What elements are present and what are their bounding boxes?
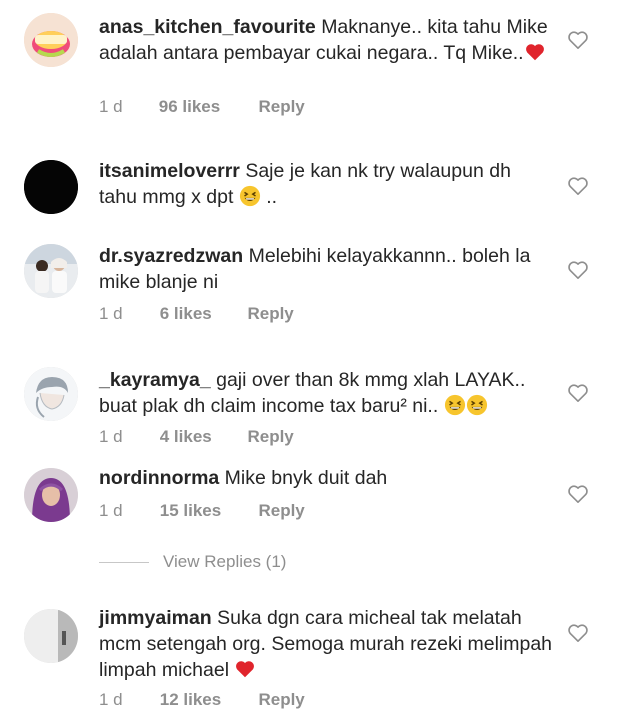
comment-meta: 1 d 12 likes Reply xyxy=(99,690,305,710)
likes-count[interactable]: 15 likes xyxy=(160,501,254,521)
reply-button[interactable]: Reply xyxy=(258,690,304,710)
avatar[interactable] xyxy=(24,13,78,67)
comment-4: _kayramya_ gaji over than 8k mmg xlah LA… xyxy=(0,357,622,457)
heart-outline-icon[interactable] xyxy=(567,383,589,403)
comment-text: _kayramya_ gaji over than 8k mmg xlah LA… xyxy=(99,367,554,419)
grinning-squinting-face-emoji xyxy=(239,185,261,207)
avatar[interactable] xyxy=(24,367,78,421)
likes-count[interactable]: 12 likes xyxy=(160,690,254,710)
reply-button[interactable]: Reply xyxy=(247,427,293,447)
comment-meta: 1 d 15 likes Reply xyxy=(99,501,305,521)
view-replies-label[interactable]: View Replies (1) xyxy=(163,552,286,571)
comment-text: itsanimeloverrr Saje je kan nk try walau… xyxy=(99,158,554,210)
timestamp: 1 d xyxy=(99,427,123,446)
divider-line xyxy=(99,562,149,564)
avatar[interactable] xyxy=(24,609,78,663)
avatar[interactable] xyxy=(24,160,78,214)
timestamp: 1 d xyxy=(99,304,123,323)
username[interactable]: jimmyaiman xyxy=(99,607,212,629)
username[interactable]: itsanimeloverrr xyxy=(99,160,240,182)
comment-1: anas_kitchen_favourite Maknanye.. kita t… xyxy=(0,0,622,130)
comment-body: Mike bnyk duit dah xyxy=(224,467,388,489)
timestamp: 1 d xyxy=(99,97,123,116)
comment-meta: 1 d 96 likes Reply xyxy=(99,97,305,117)
reply-button[interactable]: Reply xyxy=(258,501,304,521)
reply-button[interactable]: Reply xyxy=(258,97,304,117)
heart-outline-icon[interactable] xyxy=(567,623,589,643)
username[interactable]: _kayramya_ xyxy=(99,369,211,391)
comment-meta: 1 d 4 likes Reply xyxy=(99,427,294,447)
comment-6: jimmyaiman Suka dgn cara micheal tak mel… xyxy=(0,596,622,716)
username[interactable]: dr.syazredzwan xyxy=(99,245,243,267)
username[interactable]: anas_kitchen_favourite xyxy=(99,16,316,38)
comment-text: nordinnorma Mike bnyk duit dah xyxy=(99,465,554,491)
red-heart-emoji xyxy=(234,658,256,680)
reply-button[interactable]: Reply xyxy=(247,304,293,324)
comment-5: nordinnorma Mike bnyk duit dah 1 d 15 li… xyxy=(0,456,622,536)
timestamp: 1 d xyxy=(99,690,123,709)
heart-outline-icon[interactable] xyxy=(567,176,589,196)
grinning-squinting-face-emoji xyxy=(444,394,466,416)
heart-outline-icon[interactable] xyxy=(567,260,589,280)
heart-outline-icon[interactable] xyxy=(567,30,589,50)
likes-count[interactable]: 96 likes xyxy=(159,97,254,117)
comment-text: jimmyaiman Suka dgn cara micheal tak mel… xyxy=(99,605,554,683)
heart-outline-icon[interactable] xyxy=(567,484,589,504)
username[interactable]: nordinnorma xyxy=(99,467,219,489)
comment-text: anas_kitchen_favourite Maknanye.. kita t… xyxy=(99,14,554,66)
grinning-squinting-face-emoji xyxy=(466,394,488,416)
view-replies-button[interactable]: View Replies (1) xyxy=(99,552,286,576)
trailing-text: .. xyxy=(260,186,278,208)
likes-count[interactable]: 6 likes xyxy=(160,304,243,324)
timestamp: 1 d xyxy=(99,501,123,520)
likes-count[interactable]: 4 likes xyxy=(160,427,243,447)
comment-3: dr.syazredzwan Melebihi kelayakkannn.. b… xyxy=(0,234,622,334)
avatar[interactable] xyxy=(24,244,78,298)
avatar[interactable] xyxy=(24,468,78,522)
comment-meta: 1 d 6 likes Reply xyxy=(99,304,294,324)
red-heart-emoji xyxy=(524,41,546,63)
comment-text: dr.syazredzwan Melebihi kelayakkannn.. b… xyxy=(99,243,554,295)
comment-2: itsanimeloverrr Saje je kan nk try walau… xyxy=(0,150,622,220)
